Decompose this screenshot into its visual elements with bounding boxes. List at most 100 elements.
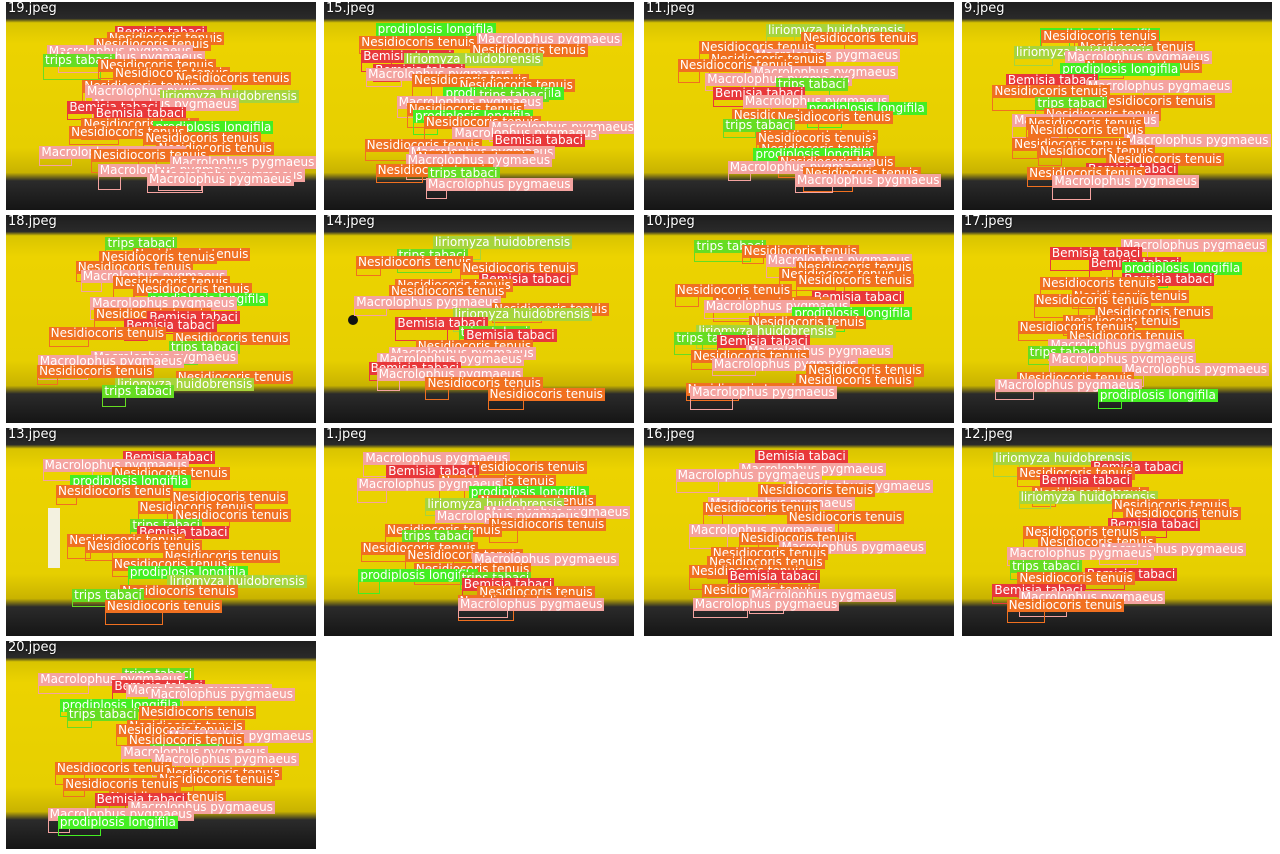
detection-label: Macrolophus pygmaeus	[1052, 173, 1199, 188]
detection-box	[66, 719, 92, 729]
detection-box	[43, 65, 101, 80]
detection-label: Nesidiocoris tenuis	[55, 484, 174, 499]
detection-label: Bemisia tabaci	[727, 569, 821, 584]
detection-box	[147, 184, 203, 193]
detection-box	[487, 400, 524, 411]
detection-label: Nesidiocoris tenuis	[54, 761, 173, 776]
tile-filename: 16.jpeg	[646, 428, 695, 442]
detection-box	[692, 610, 749, 619]
detection-box	[48, 338, 90, 347]
detection-box	[727, 173, 752, 181]
detection-label: Nesidiocoris tenuis	[359, 34, 477, 49]
detection-box	[426, 189, 448, 199]
detection-label: Nesidiocoris tenuis	[796, 272, 914, 287]
detection-label: Nesidiocoris tenuis	[48, 325, 167, 340]
detection-box	[69, 137, 119, 145]
detection-label: prodiplosis longifila	[1097, 387, 1218, 402]
detection-box	[1037, 156, 1062, 167]
detection-label: Macrolophus pygmaeus	[794, 172, 942, 187]
image-tile: 11.jpeg liriomyza huidobrensis Nesidiocori…	[644, 2, 954, 210]
tile-filename: 14.jpeg	[326, 215, 375, 229]
detection-box	[80, 281, 102, 292]
tile-filename: 18.jpeg	[8, 215, 57, 229]
detection-label: Nesidiocoris tenuis	[1040, 275, 1158, 290]
detection-label: Bemisia tabaci	[1039, 472, 1132, 487]
detection-box	[675, 480, 719, 494]
tile-filename: 20.jpeg	[8, 641, 57, 655]
detection-box	[1013, 57, 1054, 67]
detection-label: Nesidiocoris tenuis	[469, 459, 587, 474]
detection-label: Macrolophus pygmaeus	[426, 176, 573, 191]
image-tile: 13.jpeg Bemisia tabaci Macrolophus pygmaeu…	[6, 428, 316, 636]
detection-box	[1012, 150, 1038, 159]
detection-box	[366, 80, 403, 88]
detection-label: Nesidiocoris tenuis	[488, 516, 607, 531]
detection-box	[38, 685, 90, 695]
detection-box	[354, 307, 387, 317]
detection-box	[995, 391, 1035, 400]
image-tile: 16.jpeg Bemisia tabaci Macrolophus pygmaeu…	[644, 428, 954, 636]
trap-tag	[48, 508, 60, 568]
tile-filename: 9.jpeg	[964, 2, 1005, 16]
detection-label: Macrolophus pygmaeus	[1120, 237, 1268, 252]
image-tile: 9.jpegprodiplosis longifilaNesidiocoris …	[962, 2, 1272, 210]
detection-box	[425, 389, 449, 401]
image-tile: 19.jpegBemisia tabaciNesidiocoris tenuis…	[6, 2, 316, 210]
tile-filename: 12.jpeg	[964, 428, 1013, 442]
detection-box	[85, 552, 113, 561]
detection-box	[37, 377, 58, 385]
detection-box	[457, 609, 508, 618]
image-tile: 10.jpeg trips tabaci Nesidiocoris tenuis Ma…	[644, 215, 954, 423]
detection-box	[723, 131, 757, 139]
detection-box	[356, 490, 387, 503]
detection-box	[363, 463, 388, 477]
detection-box	[1052, 186, 1091, 200]
detection-box	[104, 612, 164, 626]
image-tile: 14.jpegliriomyza huidobrensistrips tabac…	[324, 215, 634, 423]
tile-filename: 11.jpeg	[646, 2, 695, 16]
detection-box	[677, 70, 701, 83]
image-grid: 19.jpeg Bemisia tabaci Nesidiocoris tenuis…	[0, 0, 1280, 854]
detection-label: liriomyza huidobrensis	[432, 235, 573, 250]
detection-box	[39, 157, 73, 167]
detection-label: Nesidiocoris tenuis	[1006, 597, 1124, 612]
tile-filename: 19.jpeg	[8, 2, 57, 16]
detection-box	[1097, 400, 1122, 410]
detection-box	[57, 828, 101, 836]
detection-label: Macrolophus pygmaeus	[692, 597, 840, 612]
tile-filename: 10.jpeg	[646, 215, 695, 229]
detection-box	[356, 267, 382, 277]
detection-label: Nesidiocoris tenuis	[356, 254, 474, 269]
detection-box	[55, 497, 77, 506]
tile-filename: 1.jpeg	[326, 428, 367, 442]
detection-box	[713, 98, 747, 107]
detection-box	[690, 398, 734, 410]
image-tile: 18.jpegtrips tabaciNesidiocoris tenuisNe…	[6, 215, 316, 423]
tile-filename: 13.jpeg	[8, 428, 57, 442]
detection-label: Macrolophus pygmaeus	[690, 385, 837, 400]
detection-label: Bemisia tabaci	[755, 448, 848, 463]
tile-filename: 15.jpeg	[326, 2, 375, 16]
detection-box	[102, 397, 127, 408]
tile-filename: 17.jpeg	[964, 215, 1013, 229]
detection-box	[358, 580, 380, 595]
detection-box	[741, 256, 765, 264]
detection-label: Macrolophus pygmaeus	[147, 171, 294, 186]
detection-label: trips tabaci	[102, 384, 174, 399]
detection-box	[703, 311, 756, 320]
detection-box	[1006, 610, 1046, 623]
detection-label: Macrolophus pygmaeus	[457, 596, 605, 611]
detection-label: Nesidiocoris tenuis	[786, 509, 905, 524]
detection-box	[674, 296, 699, 308]
detection-label: Nesidiocoris tenuis	[104, 599, 223, 614]
detection-label: Nesidiocoris tenuis	[487, 387, 605, 402]
detection-box	[376, 380, 401, 391]
image-tile: 15.jpeg prodiplosis longifila Macrolophus …	[324, 2, 634, 210]
detection-label: Nesidiocoris tenuis	[138, 704, 257, 719]
detection-label: Macrolophus pygmaeus	[152, 751, 299, 766]
detection-label: prodiplosis longifila	[57, 815, 178, 830]
image-tile: 12.jpeg liriomyza huidobrensis Bemisia tab…	[962, 428, 1272, 636]
detection-label: Nesidiocoris tenuis	[801, 30, 919, 45]
image-tile: 1.jpeg Macrolophus pygmaeus Nesidiocoris t…	[324, 428, 634, 636]
image-tile: 17.jpeg Macrolophus pygmaeus Bemisia tabac…	[962, 215, 1272, 423]
